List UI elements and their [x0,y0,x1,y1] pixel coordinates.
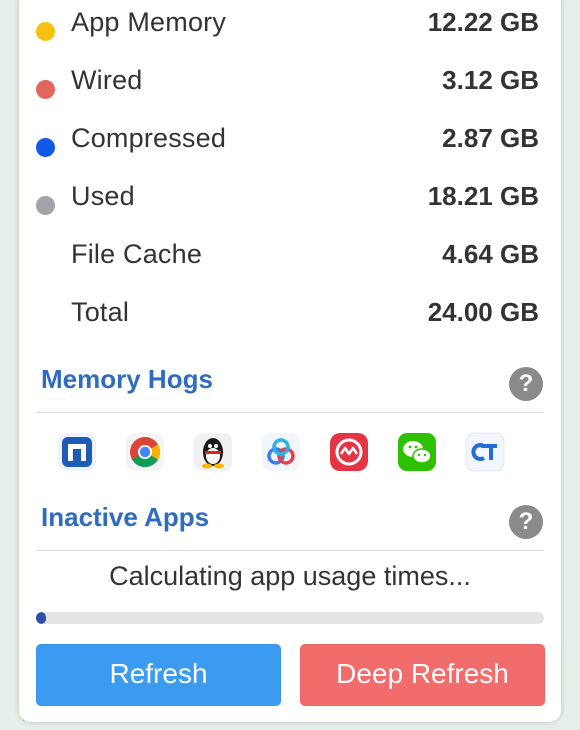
memory-hogs-title: Memory Hogs [41,364,213,394]
app-memory-dot-icon [36,22,55,41]
memory-value: 3.12 GB [442,65,539,95]
memory-panel: App Memory 12.22 GB Wired 3.12 GB Compre… [19,0,561,722]
memory-value: 2.87 GB [442,123,539,153]
chrome-app-icon[interactable] [125,432,165,472]
memory-label: Compressed [71,123,227,153]
memory-value: 18.21 GB [427,181,539,211]
memory-hogs-app-list [19,432,561,474]
red-app-icon[interactable] [329,432,369,472]
deep-refresh-button[interactable]: Deep Refresh [300,644,545,706]
memory-row-used: Used 18.21 GB [19,176,561,226]
memory-row-total: Total 24.00 GB [19,292,561,342]
inactive-apps-status: Calculating app usage times... [109,561,471,591]
memory-row-app-memory: App Memory 12.22 GB [19,2,561,52]
used-dot-icon [36,196,55,215]
inactive-apps-title: Inactive Apps [41,502,210,532]
wired-dot-icon [36,80,55,99]
memory-label: Wired [71,65,143,95]
inactive-apps-progress-bar [36,612,544,624]
divider [36,550,544,551]
memory-hogs-help-icon[interactable]: ? [509,367,543,401]
memory-label: Total [71,297,130,327]
wechat-app-icon[interactable] [397,432,437,472]
maxthon-app-icon[interactable] [57,432,97,472]
memory-value: 24.00 GB [427,297,539,327]
memory-label: Used [71,181,135,211]
memory-label: App Memory [71,7,227,37]
refresh-button[interactable]: Refresh [36,644,281,706]
memory-value: 4.64 GB [442,239,539,269]
memory-value: 12.22 GB [427,7,539,37]
memory-row-wired: Wired 3.12 GB [19,60,561,110]
ct-app-icon[interactable] [465,432,505,472]
compressed-dot-icon [36,138,55,157]
qq-penguin-app-icon[interactable] [193,432,233,472]
inactive-apps-help-icon[interactable]: ? [509,505,543,539]
divider [36,412,544,413]
memory-label: File Cache [71,239,203,269]
memory-row-compressed: Compressed 2.87 GB [19,118,561,168]
baidu-netdisk-app-icon[interactable] [261,432,301,472]
memory-row-file-cache: File Cache 4.64 GB [19,234,561,284]
progress-fill [36,612,47,624]
